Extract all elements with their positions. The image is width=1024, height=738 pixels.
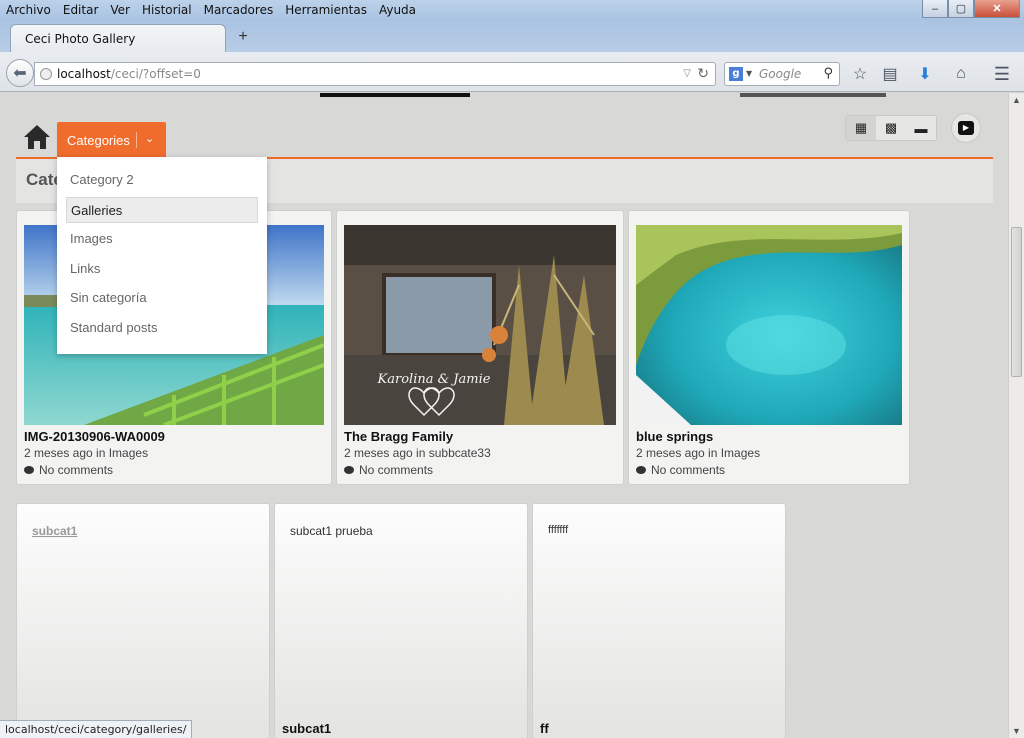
categories-button[interactable]: Categories ⌄ xyxy=(57,122,166,158)
post-thumbnail[interactable] xyxy=(636,225,902,425)
google-icon[interactable]: g xyxy=(729,67,743,81)
menu-editar[interactable]: Editar xyxy=(57,0,105,20)
categories-dropdown: Category 2 Galleries Images Links Sin ca… xyxy=(57,157,267,354)
window-controls: – ▢ ✕ xyxy=(922,0,1020,18)
bookmarks-list-icon[interactable]: ▤ xyxy=(878,62,902,86)
menu-icon[interactable]: ☰ xyxy=(990,62,1014,86)
comment-icon xyxy=(344,466,354,474)
menu-archivo[interactable]: Archivo xyxy=(0,0,57,20)
subcategory-description: subcat1 prueba xyxy=(290,524,373,538)
dropdown-arrow-icon[interactable]: ▽ xyxy=(683,63,691,85)
tab-ceci-photo-gallery[interactable]: Ceci Photo Gallery xyxy=(10,24,226,52)
comment-icon xyxy=(636,466,646,474)
download-icon[interactable]: ⬇ xyxy=(913,62,937,86)
subcategory-card[interactable]: subcat1 xyxy=(16,503,270,738)
separator xyxy=(136,132,137,148)
subcategory-card[interactable]: fffffff ff xyxy=(532,503,786,738)
comment-icon xyxy=(24,466,34,474)
post-comments[interactable]: No comments xyxy=(636,463,725,477)
arrow-left-icon: ⬅ xyxy=(13,65,27,82)
maximize-button[interactable]: ▢ xyxy=(948,0,974,18)
dropdown-item-galleries[interactable]: Galleries xyxy=(66,196,258,223)
view-toggles: ▦ ▩ ▬ xyxy=(845,115,937,141)
post-comments[interactable]: No comments xyxy=(344,463,433,477)
search-placeholder: Google xyxy=(759,67,802,81)
subcategory-description: fffffff xyxy=(548,524,569,536)
url-host: localhost xyxy=(57,67,111,81)
post-meta: 2 meses ago in Images xyxy=(24,446,149,460)
strip-image xyxy=(740,93,886,97)
comments-count: No comments xyxy=(39,463,114,477)
post-meta: 2 meses ago in subbcate33 xyxy=(344,446,491,460)
categories-label: Categories xyxy=(67,132,130,148)
status-bar-url: localhost/ceci/category/galleries/ xyxy=(0,720,193,738)
comments-count: No comments xyxy=(359,463,434,477)
post-card[interactable]: Karolina & Jamie The Bragg Family 2 mese… xyxy=(336,210,624,485)
comments-count: No comments xyxy=(651,463,726,477)
post-card[interactable]: blue springs 2 meses ago in Images No co… xyxy=(628,210,910,485)
menu-marcadores[interactable]: Marcadores xyxy=(198,0,280,20)
menu-historial[interactable]: Historial xyxy=(136,0,198,20)
subcategory-title[interactable]: ff xyxy=(540,721,549,736)
search-input[interactable]: g ▼ Google ⚲ xyxy=(724,62,840,86)
subcategory-title[interactable]: subcat1 xyxy=(282,721,331,736)
menu-bar: Archivo Editar Ver Historial Marcadores … xyxy=(0,0,1024,20)
grid-large-view-icon[interactable]: ▩ xyxy=(876,116,906,140)
dropdown-item-images[interactable]: Images xyxy=(66,226,258,252)
post-thumbnail[interactable]: Karolina & Jamie xyxy=(344,225,616,425)
close-button[interactable]: ✕ xyxy=(974,0,1020,18)
back-button[interactable]: ⬅ xyxy=(6,59,34,87)
scroll-down-icon[interactable]: ▼ xyxy=(1012,726,1021,736)
subcategory-link[interactable]: subcat1 xyxy=(32,524,77,538)
list-view-icon[interactable]: ▬ xyxy=(906,116,936,140)
scroll-up-icon[interactable]: ▲ xyxy=(1012,95,1021,105)
subcategory-card[interactable]: subcat1 prueba subcat1 xyxy=(274,503,528,738)
url-path: /ceci/?offset=0 xyxy=(110,67,201,81)
minimize-button[interactable]: – xyxy=(922,0,948,18)
new-tab-button[interactable]: + xyxy=(234,28,252,46)
home-browser-icon[interactable]: ⌂ xyxy=(949,62,973,86)
dropdown-item-category-2[interactable]: Category 2 xyxy=(66,167,258,193)
reload-icon[interactable]: ↻ xyxy=(697,63,709,85)
slideshow-button[interactable]: ▶ xyxy=(951,113,981,143)
vertical-scrollbar[interactable]: ▲ ▼ xyxy=(1008,93,1024,738)
navigation-bar: ⬅ localhost/ceci/?offset=0 ▽ ↻ g ▼ Googl… xyxy=(0,52,1024,92)
chevron-down-icon[interactable]: ⌄ xyxy=(145,132,154,145)
post-title[interactable]: blue springs xyxy=(636,429,713,444)
post-title[interactable]: The Bragg Family xyxy=(344,429,453,444)
tab-strip: Ceci Photo Gallery + xyxy=(0,20,1024,52)
strip-image xyxy=(320,93,470,97)
dropdown-item-standard-posts[interactable]: Standard posts xyxy=(66,315,258,341)
globe-icon xyxy=(40,68,52,80)
grid-small-view-icon[interactable]: ▦ xyxy=(846,116,876,140)
page-content: Categories ⌄ ▦ ▩ ▬ ▶ Cate Category 2 Gal… xyxy=(0,93,1008,738)
scrollbar-thumb[interactable] xyxy=(1011,227,1022,377)
home-icon[interactable] xyxy=(22,123,52,151)
menu-ayuda[interactable]: Ayuda xyxy=(373,0,422,20)
menu-ver[interactable]: Ver xyxy=(104,0,136,20)
dropdown-item-sin-categoria[interactable]: Sin categoría xyxy=(66,285,258,311)
play-icon: ▶ xyxy=(958,121,974,135)
post-comments[interactable]: No comments xyxy=(24,463,113,477)
photo-overlay-text: Karolina & Jamie xyxy=(377,372,491,387)
url-bar[interactable]: localhost/ceci/?offset=0 ▽ ↻ xyxy=(34,62,716,86)
chevron-down-icon[interactable]: ▼ xyxy=(746,63,752,85)
post-meta: 2 meses ago in Images xyxy=(636,446,761,460)
bookmark-star-icon[interactable]: ☆ xyxy=(848,62,872,86)
menu-herramientas[interactable]: Herramientas xyxy=(279,0,373,20)
post-title[interactable]: IMG-20130906-WA0009 xyxy=(24,429,165,444)
search-icon[interactable]: ⚲ xyxy=(823,63,833,85)
dropdown-item-links[interactable]: Links xyxy=(66,256,258,282)
